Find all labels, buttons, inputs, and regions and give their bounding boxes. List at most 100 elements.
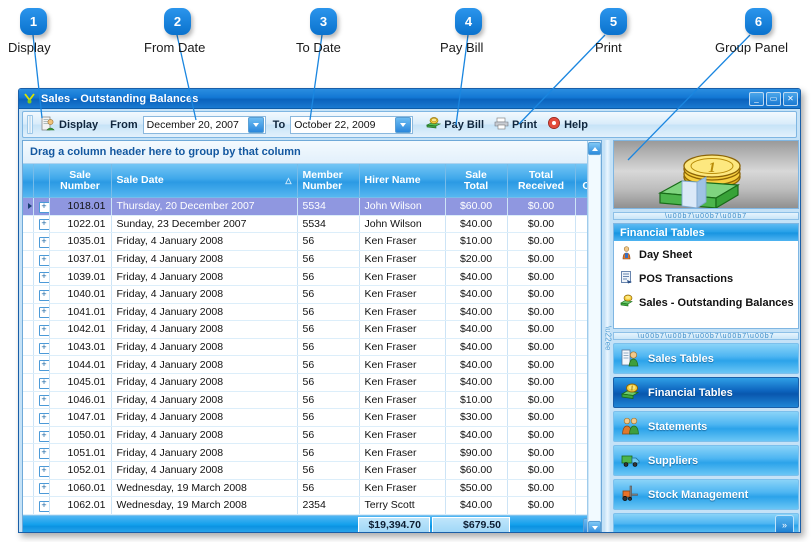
row-indicator[interactable] [23, 391, 34, 410]
expand-row-button[interactable]: + [33, 320, 50, 339]
cell-member-number[interactable]: 5534 [297, 215, 360, 234]
nav-link-pos-transactions[interactable]: POS Transactions [620, 270, 794, 287]
panel-grabber-bottom[interactable]: \u00b7\u00b7\u00b7\u00b7\u00b7 [613, 332, 799, 341]
column-header-hirer-name[interactable]: Hirer Name [358, 164, 446, 198]
cell-hirer-name[interactable]: John Wilson [359, 215, 446, 234]
cell-sale-date[interactable]: Friday, 4 January 2008 [111, 391, 298, 410]
cell-hirer-name[interactable]: Ken Fraser [359, 426, 446, 445]
pay-bill-button[interactable]: Pay Bill [421, 115, 489, 135]
table-row[interactable]: +1052.01 Friday, 4 January 2008 56 Ken Fras… [23, 461, 601, 480]
expand-row-button[interactable]: + [33, 426, 50, 445]
display-button[interactable]: Display [36, 115, 103, 135]
scroll-up-button[interactable] [588, 142, 601, 155]
cell-sale-total[interactable]: $10.00 [445, 232, 508, 251]
cell-hirer-name[interactable]: Ken Fraser [359, 250, 446, 269]
cell-sale-date[interactable]: Friday, 4 January 2008 [111, 267, 298, 286]
nav-button-sales-tables[interactable]: Sales Tables [613, 343, 799, 375]
cell-member-number[interactable]: 56 [297, 285, 360, 304]
cell-sale-total[interactable]: $20.00 [445, 250, 508, 269]
column-header-member-number[interactable]: Member Number [296, 164, 360, 198]
cell-total-received[interactable]: $0.00 [507, 355, 576, 374]
expand-row-button[interactable]: + [33, 408, 50, 427]
cell-sale-total[interactable]: $40.00 [445, 320, 508, 339]
expand-configure-button[interactable]: » [775, 515, 794, 532]
cell-sale-number[interactable]: 1037.01 [49, 250, 112, 269]
cell-sale-total[interactable]: $10.00 [445, 391, 508, 410]
cell-sale-date[interactable]: Wednesday, 19 March 2008 [111, 496, 298, 515]
column-header-sale-date[interactable]: Sale Date △ [110, 164, 298, 198]
cell-hirer-name[interactable]: Ken Fraser [359, 443, 446, 462]
cell-sale-total[interactable]: $40.00 [445, 338, 508, 357]
scrollbar-track[interactable] [588, 156, 601, 520]
table-row[interactable]: +1050.01 Friday, 4 January 2008 56 Ken Fras… [23, 426, 601, 445]
row-indicator[interactable] [23, 197, 34, 216]
cell-hirer-name[interactable]: Ken Fraser [359, 338, 446, 357]
cell-sale-number[interactable]: 1052.01 [49, 461, 112, 480]
cell-sale-total[interactable]: $40.00 [445, 496, 508, 515]
cell-sale-date[interactable]: Friday, 4 January 2008 [111, 250, 298, 269]
panel-grabber-top[interactable]: \u00b7\u00b7\u00b7 [613, 212, 799, 221]
cell-total-received[interactable]: $0.00 [507, 408, 576, 427]
scroll-down-button[interactable] [588, 521, 601, 532]
close-button[interactable]: ✕ [783, 91, 798, 106]
toolbar-grip[interactable] [27, 115, 33, 134]
cell-sale-number[interactable]: 1046.01 [49, 391, 112, 410]
nav-link-sales-outstanding-balances[interactable]: Sales - Outstanding Balances [620, 294, 794, 311]
cell-total-received[interactable]: $0.00 [507, 373, 576, 392]
cell-sale-number[interactable]: 1062.01 [49, 496, 112, 515]
cell-total-received[interactable]: $0.00 [507, 479, 576, 498]
row-indicator[interactable] [23, 215, 34, 234]
expand-row-button[interactable]: + [33, 391, 50, 410]
cell-member-number[interactable]: 56 [297, 373, 360, 392]
cell-sale-total[interactable]: $40.00 [445, 426, 508, 445]
expand-row-button[interactable]: + [33, 461, 50, 480]
cell-total-received[interactable]: $0.00 [507, 285, 576, 304]
nav-button-financial-tables[interactable]: 1 Financial Tables [613, 377, 799, 409]
cell-sale-total[interactable]: $50.00 [445, 479, 508, 498]
expand-row-button[interactable]: + [33, 267, 50, 286]
cell-hirer-name[interactable]: Terry Scott [359, 496, 446, 515]
to-date-dropdown-icon[interactable] [395, 116, 412, 133]
nav-link-day-sheet[interactable]: Day Sheet [620, 246, 794, 263]
cell-member-number[interactable]: 56 [297, 303, 360, 322]
cell-total-received[interactable]: $0.00 [507, 443, 576, 462]
column-header-sale-total[interactable]: Sale Total [444, 164, 508, 198]
expand-row-button[interactable]: + [33, 355, 50, 374]
cell-member-number[interactable]: 56 [297, 391, 360, 410]
print-button[interactable]: Print [489, 115, 542, 135]
cell-sale-total[interactable]: $60.00 [445, 461, 508, 480]
cell-member-number[interactable]: 56 [297, 479, 360, 498]
row-indicator[interactable] [23, 355, 34, 374]
row-indicator[interactable] [23, 320, 34, 339]
row-indicator[interactable] [23, 479, 34, 498]
table-row[interactable]: +1040.01 Friday, 4 January 2008 56 Ken Fras… [23, 285, 601, 304]
cell-total-received[interactable]: $0.00 [507, 267, 576, 286]
expand-row-button[interactable]: + [33, 303, 50, 322]
cell-hirer-name[interactable]: Ken Fraser [359, 408, 446, 427]
table-row[interactable]: +1035.01 Friday, 4 January 2008 56 Ken Fras… [23, 232, 601, 251]
cell-total-received[interactable]: $0.00 [507, 496, 576, 515]
row-indicator[interactable] [23, 285, 34, 304]
expand-row-button[interactable]: + [33, 250, 50, 269]
cell-member-number[interactable]: 56 [297, 250, 360, 269]
row-indicator[interactable] [23, 461, 34, 480]
cell-sale-date[interactable]: Friday, 4 January 2008 [111, 355, 298, 374]
cell-sale-number[interactable]: 1050.01 [49, 426, 112, 445]
table-row[interactable]: +1042.01 Friday, 4 January 2008 56 Ken Fras… [23, 320, 601, 339]
cell-total-received[interactable]: $0.00 [507, 461, 576, 480]
cell-sale-number[interactable]: 1060.01 [49, 479, 112, 498]
cell-sale-number[interactable]: 1047.01 [49, 408, 112, 427]
cell-sale-total[interactable]: $90.00 [445, 443, 508, 462]
row-indicator[interactable] [23, 373, 34, 392]
table-row[interactable]: +1047.01 Friday, 4 January 2008 56 Ken Fras… [23, 408, 601, 427]
cell-sale-total[interactable]: $30.00 [445, 408, 508, 427]
cell-member-number[interactable]: 56 [297, 408, 360, 427]
row-indicator[interactable] [23, 267, 34, 286]
cell-sale-date[interactable]: Friday, 4 January 2008 [111, 443, 298, 462]
cell-sale-number[interactable]: 1040.01 [49, 285, 112, 304]
row-indicator[interactable] [23, 303, 34, 322]
expand-row-button[interactable]: + [33, 232, 50, 251]
expand-row-button[interactable]: + [33, 443, 50, 462]
cell-sale-total[interactable]: $40.00 [445, 215, 508, 234]
cell-sale-number[interactable]: 1041.01 [49, 303, 112, 322]
